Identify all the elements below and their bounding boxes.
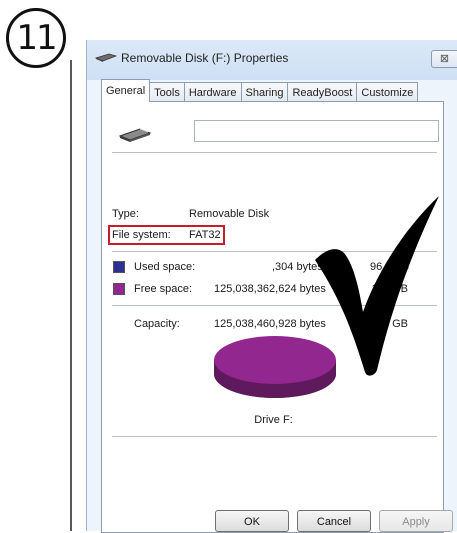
divider <box>70 60 72 531</box>
close-button[interactable]: ⊠ <box>431 50 457 68</box>
tab-general[interactable]: General <box>101 79 151 102</box>
tab-tools[interactable]: Tools <box>149 82 185 102</box>
used-space-swatch <box>113 261 125 273</box>
tab-strip: General Tools Hardware Sharing ReadyBoos… <box>101 79 419 102</box>
title-bar: Removable Disk (F:) Properties ⊠ <box>87 40 457 76</box>
volume-name-input[interactable] <box>194 120 439 142</box>
cancel-button[interactable]: Cancel <box>297 510 371 532</box>
tab-readyboost[interactable]: ReadyBoost <box>287 82 358 102</box>
tab-sharing[interactable]: Sharing <box>240 82 289 102</box>
used-space-label: Used space: <box>134 261 196 273</box>
checkmark-icon <box>315 196 439 376</box>
tab-customize[interactable]: Customize <box>356 82 419 102</box>
ok-button[interactable]: OK <box>215 510 289 532</box>
apply-button[interactable]: Apply <box>379 510 453 532</box>
window-title: Removable Disk (F:) Properties <box>121 51 289 65</box>
divider <box>112 152 437 153</box>
divider <box>112 436 437 437</box>
capacity-bytes: 125,038,460,928 bytes <box>214 318 326 330</box>
tab-hardware[interactable]: Hardware <box>183 82 242 102</box>
type-label: Type: <box>112 208 139 220</box>
step-number-badge: 11 <box>6 8 66 68</box>
free-space-label: Free space: <box>134 283 193 295</box>
drive-label: Drive F: <box>254 414 293 426</box>
free-space-swatch <box>113 283 125 295</box>
capacity-label: Capacity: <box>134 318 180 330</box>
removable-drive-icon <box>95 53 117 62</box>
file-system-label: File system: <box>112 229 171 241</box>
type-value: Removable Disk <box>189 208 270 220</box>
file-system-value: FAT32 <box>189 229 221 241</box>
properties-dialog: Removable Disk (F:) Properties ⊠ General… <box>86 40 457 533</box>
free-space-bytes: 125,038,362,624 bytes <box>214 283 326 295</box>
usb-drive-icon <box>118 128 152 142</box>
